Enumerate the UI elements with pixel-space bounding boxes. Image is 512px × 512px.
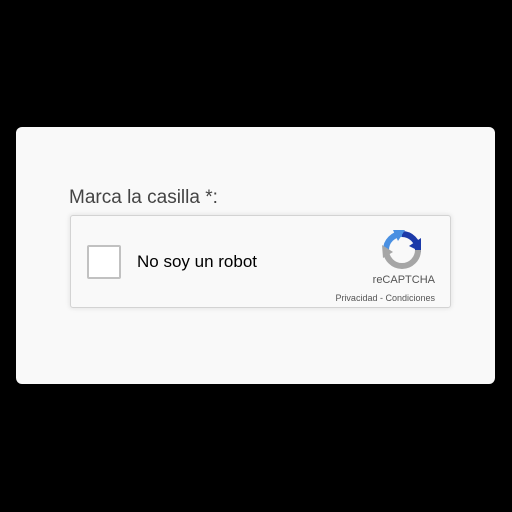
privacy-link[interactable]: Privacidad	[335, 293, 377, 303]
recaptcha-brand: reCAPTCHA	[372, 274, 435, 286]
form-card: Marca la casilla *: No soy un robot reCA…	[16, 127, 495, 384]
recaptcha-label: No soy un robot	[137, 252, 258, 271]
recaptcha-checkbox[interactable]	[87, 245, 121, 279]
screen: Marca la casilla *: No soy un robot reCA…	[0, 0, 512, 512]
terms-link[interactable]: Condiciones	[385, 293, 435, 303]
field-label: Marca la casilla *:	[69, 187, 218, 208]
recaptcha-legal-links: Privacidad - Condiciones	[335, 293, 435, 303]
recaptcha-logo-icon	[382, 230, 421, 269]
recaptcha-widget: No soy un robot reCAPTCHA Privacidad - C…	[70, 215, 451, 308]
